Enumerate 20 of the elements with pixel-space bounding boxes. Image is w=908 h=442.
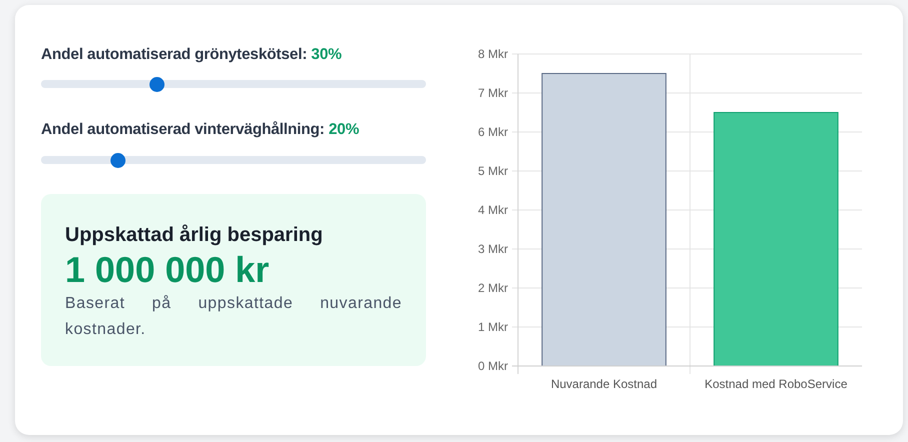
savings-amount: 1 000 000 kr <box>65 250 270 290</box>
axis-tick-label: 8 Mkr <box>478 47 508 61</box>
axis-tick-label: 1 Mkr <box>478 320 508 334</box>
slider-label: Andel automatiserad vinterväghållning: 20% <box>41 120 360 140</box>
axis-tick-label: 7 Mkr <box>478 86 508 100</box>
slider[interactable] <box>41 76 426 92</box>
axis-tick-label: 4 Mkr <box>478 203 508 217</box>
slider-thumb[interactable] <box>110 152 126 168</box>
axis-tick-label: 3 Mkr <box>478 242 508 256</box>
savings-title: Uppskattad årlig besparing <box>65 222 324 248</box>
axis-tick-label: 0 Mkr <box>478 359 508 373</box>
axis-tick-label: 5 Mkr <box>478 164 508 178</box>
savings-note: Baserat på uppskattade nuvarande kostnader. <box>65 294 402 340</box>
category-label: Nuvarande Kostnad <box>550 377 658 391</box>
slider-thumb[interactable] <box>149 77 164 92</box>
axis-tick-label: 6 Mkr <box>478 125 508 139</box>
slider-label: Andel automatiserad grönyteskötsel: 30% <box>41 45 343 65</box>
axis-tick-label: 2 Mkr <box>478 281 508 295</box>
category-label: Kostnad med RoboService <box>704 377 848 391</box>
slider[interactable] <box>41 152 426 168</box>
